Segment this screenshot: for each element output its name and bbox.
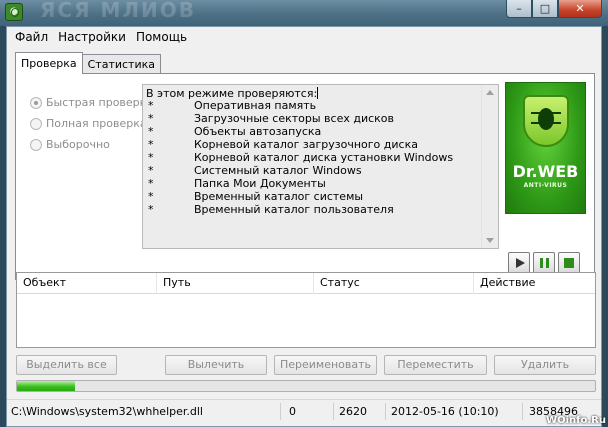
status-separator: [522, 403, 523, 420]
action-buttons: Выделить все Вылечить Переименовать Пере…: [16, 355, 596, 377]
column-path[interactable]: Путь: [157, 273, 314, 294]
select-all-button[interactable]: Выделить все: [16, 355, 117, 375]
progress-fill: [17, 381, 75, 391]
scan-datetime: 2012-05-16 (10:10): [391, 405, 499, 418]
description-item-text: Системный каталог Windows: [194, 164, 362, 177]
stop-icon: [564, 258, 574, 268]
menu-help[interactable]: Помощь: [131, 27, 192, 48]
description-item: * Папка Мои Документы: [148, 177, 453, 190]
play-icon: [516, 258, 525, 268]
scroll-down-icon[interactable]: [486, 238, 494, 243]
window-controls: – □ ✕: [506, 0, 602, 18]
description-item: * Временный каталог системы: [148, 190, 453, 203]
drweb-logo: Dr.WEB ANTI-VIRUS: [505, 82, 586, 214]
main-window: Файл Настройки Помощь Проверка Статистик…: [6, 26, 602, 427]
scroll-up-icon[interactable]: [486, 90, 494, 95]
scan-mode-group: Быстрая проверка Полная проверка Выбороч…: [30, 92, 153, 155]
status-separator: [333, 403, 334, 420]
bullet: *: [148, 164, 154, 177]
tab-statistics[interactable]: Статистика: [81, 54, 161, 74]
status-separator: [385, 403, 386, 420]
current-file: C:\Windows\system32\whhelper.dll: [11, 405, 203, 418]
bullet: *: [148, 203, 154, 216]
close-button[interactable]: ✕: [558, 0, 602, 18]
description-item: * Корневой каталог диска установки Window…: [148, 151, 453, 164]
description-item-text: Корневой каталог загрузочного диска: [194, 138, 418, 151]
move-button[interactable]: Переместить: [384, 355, 487, 375]
description-item: * Временный каталог пользователя: [148, 203, 453, 216]
description-item-text: Оперативная память: [194, 99, 317, 112]
description-item: * Корневой каталог загрузочного диска: [148, 138, 453, 151]
text-cursor: [317, 87, 319, 99]
bullet: *: [148, 99, 154, 112]
description-list: * Оперативная память * Загрузочные секторы …: [148, 99, 453, 216]
description-item-text: Временный каталог системы: [194, 190, 364, 203]
column-status[interactable]: Статус: [314, 273, 474, 294]
bullet: *: [148, 190, 154, 203]
vertical-scrollbar[interactable]: [481, 85, 498, 248]
bullet: *: [148, 125, 154, 138]
tab-scan[interactable]: Проверка: [15, 52, 83, 74]
threat-count: 0: [289, 405, 296, 418]
title-bar: ЯСЯ МЛИОВ – □ ✕: [0, 0, 608, 26]
description-item: * Системный каталог Windows: [148, 164, 453, 177]
description-item: * Объекты автозапуска: [148, 125, 453, 138]
scan-controls: [508, 252, 583, 274]
radio-full-scan[interactable]: Полная проверка: [30, 113, 153, 134]
description-item: * Оперативная память: [148, 99, 453, 112]
table-header: Объект Путь Статус Действие: [17, 273, 595, 294]
description-item-text: Папка Мои Документы: [194, 177, 326, 190]
results-table[interactable]: Объект Путь Статус Действие: [16, 272, 596, 348]
menu-settings[interactable]: Настройки: [53, 27, 131, 48]
menu-file[interactable]: Файл: [10, 27, 53, 48]
window-title: ЯСЯ МЛИОВ: [40, 0, 196, 22]
scan-panel: Быстрая проверка Полная проверка Выбороч…: [15, 73, 595, 280]
column-action[interactable]: Действие: [474, 273, 595, 294]
menu-bar: Файл Настройки Помощь: [7, 27, 601, 48]
status-separator: [280, 403, 281, 420]
column-object[interactable]: Объект: [17, 273, 157, 294]
scan-progress: [16, 380, 596, 392]
delete-button[interactable]: Удалить: [494, 355, 596, 375]
app-icon[interactable]: [5, 3, 23, 21]
rename-button[interactable]: Переименовать: [274, 355, 377, 375]
tab-strip: Проверка Статистика: [15, 52, 161, 74]
files-checked: 2620: [339, 405, 367, 418]
start-button[interactable]: [508, 252, 530, 274]
maximize-button[interactable]: □: [532, 0, 558, 18]
radio-indicator[interactable]: [30, 117, 42, 130]
minimize-button[interactable]: –: [506, 0, 532, 18]
logo-subtitle: ANTI-VIRUS: [523, 182, 568, 189]
radio-custom-scan[interactable]: Выборочно: [30, 134, 153, 155]
radio-label: Полная проверка: [46, 117, 147, 130]
spider-icon: [531, 108, 561, 130]
bullet: *: [148, 112, 154, 125]
pause-icon: [540, 258, 549, 268]
bullet: *: [148, 177, 154, 190]
description-item-text: Корневой каталог диска установки Windows: [194, 151, 454, 164]
logo-brand: Dr.WEB: [512, 162, 579, 181]
description-item-text: Объекты автозапуска: [194, 125, 322, 138]
status-bar: C:\Windows\system32\whhelper.dll 0 2620 …: [7, 399, 601, 423]
bullet: *: [148, 138, 154, 151]
bullet: *: [148, 151, 154, 164]
watermark: WOinfo.Ru: [546, 415, 606, 426]
radio-label: Быстрая проверка: [46, 96, 154, 109]
stop-button[interactable]: [558, 252, 580, 274]
radio-quick-scan[interactable]: Быстрая проверка: [30, 92, 153, 113]
description-item-text: Временный каталог пользователя: [194, 203, 394, 216]
radio-indicator[interactable]: [30, 138, 42, 151]
description-item-text: Загрузочные секторы всех дисков: [194, 112, 395, 125]
cure-button[interactable]: Вылечить: [165, 355, 267, 375]
shield-icon: [523, 95, 569, 147]
radio-label: Выборочно: [46, 138, 110, 151]
pause-button[interactable]: [533, 252, 555, 274]
radio-indicator[interactable]: [30, 96, 42, 109]
description-item: * Загрузочные секторы всех дисков: [148, 112, 453, 125]
scan-description[interactable]: В этом режиме проверяются: * Оперативная …: [142, 84, 499, 249]
